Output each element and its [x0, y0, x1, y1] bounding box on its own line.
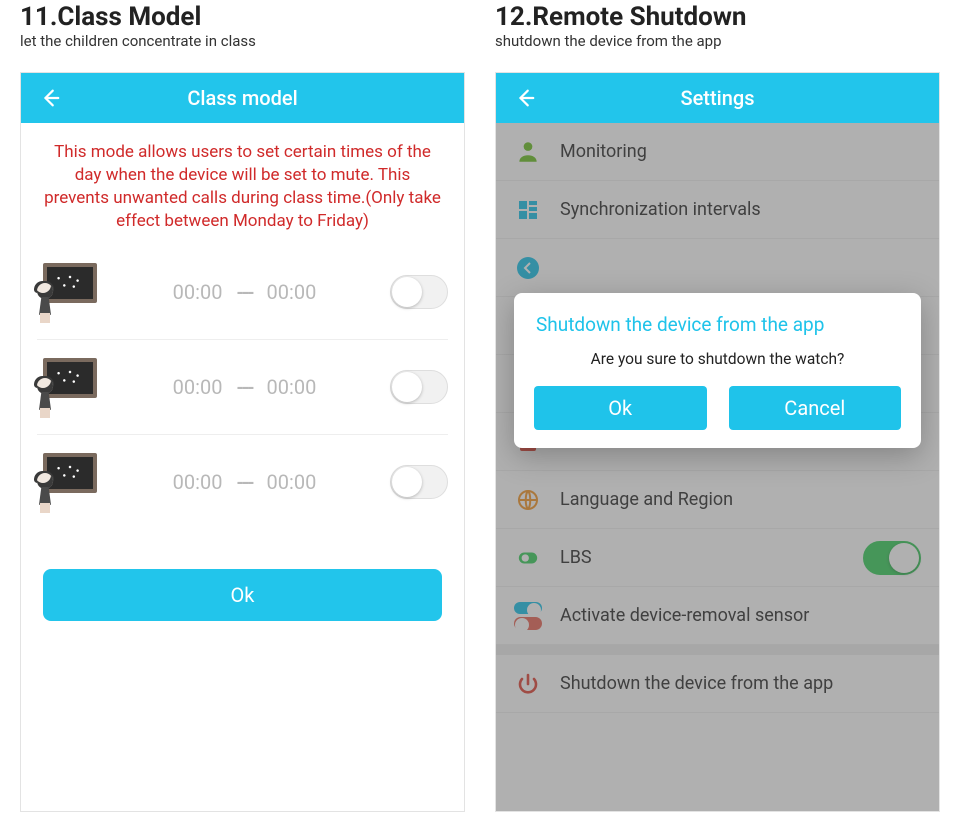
- time-separator: ---: [236, 280, 252, 304]
- appbar: Settings: [496, 73, 939, 123]
- section-title-left: 11.Class Model: [20, 2, 465, 32]
- time-slot-row: 00:00 --- 00:00: [37, 435, 448, 529]
- slot-toggle[interactable]: [390, 465, 448, 499]
- appbar-title: Class model: [187, 86, 297, 110]
- time-from[interactable]: 00:00: [173, 280, 223, 304]
- time-from[interactable]: 00:00: [173, 375, 223, 399]
- slot-toggle[interactable]: [390, 370, 448, 404]
- modal-scrim[interactable]: [496, 123, 939, 811]
- time-separator: ---: [236, 470, 252, 494]
- dialog-cancel-button[interactable]: Cancel: [729, 386, 902, 430]
- class-model-description: This mode allows users to set certain ti…: [21, 123, 464, 245]
- shutdown-dialog: Shutdown the device from the app Are you…: [514, 293, 921, 448]
- teacher-icon: [37, 263, 99, 321]
- section-subtitle-right: shutdown the device from the app: [495, 32, 940, 50]
- ok-button[interactable]: Ok: [43, 569, 442, 621]
- time-to[interactable]: 00:00: [267, 375, 317, 399]
- time-slot-row: 00:00 --- 00:00: [37, 245, 448, 340]
- dialog-message: Are you sure to shutdown the watch?: [532, 350, 903, 368]
- appbar: Class model: [21, 73, 464, 123]
- phone-class-model: Class model This mode allows users to se…: [20, 72, 465, 812]
- time-slot-row: 00:00 --- 00:00: [37, 340, 448, 435]
- teacher-icon: [37, 453, 99, 511]
- dialog-ok-button[interactable]: Ok: [534, 386, 707, 430]
- back-icon[interactable]: [514, 87, 536, 109]
- time-separator: ---: [236, 375, 252, 399]
- dialog-title: Shutdown the device from the app: [536, 313, 903, 336]
- phone-settings: Settings Monitoring Synchronization inte…: [495, 72, 940, 812]
- section-title-right: 12.Remote Shutdown: [495, 2, 940, 32]
- time-slot-list: 00:00 --- 00:00 00:00 --- 00:00: [21, 245, 464, 529]
- time-to[interactable]: 00:00: [267, 470, 317, 494]
- time-to[interactable]: 00:00: [267, 280, 317, 304]
- appbar-title: Settings: [680, 86, 754, 110]
- section-subtitle-left: let the children concentrate in class: [20, 32, 465, 50]
- teacher-icon: [37, 358, 99, 416]
- time-from[interactable]: 00:00: [173, 470, 223, 494]
- slot-toggle[interactable]: [390, 275, 448, 309]
- back-icon[interactable]: [39, 87, 61, 109]
